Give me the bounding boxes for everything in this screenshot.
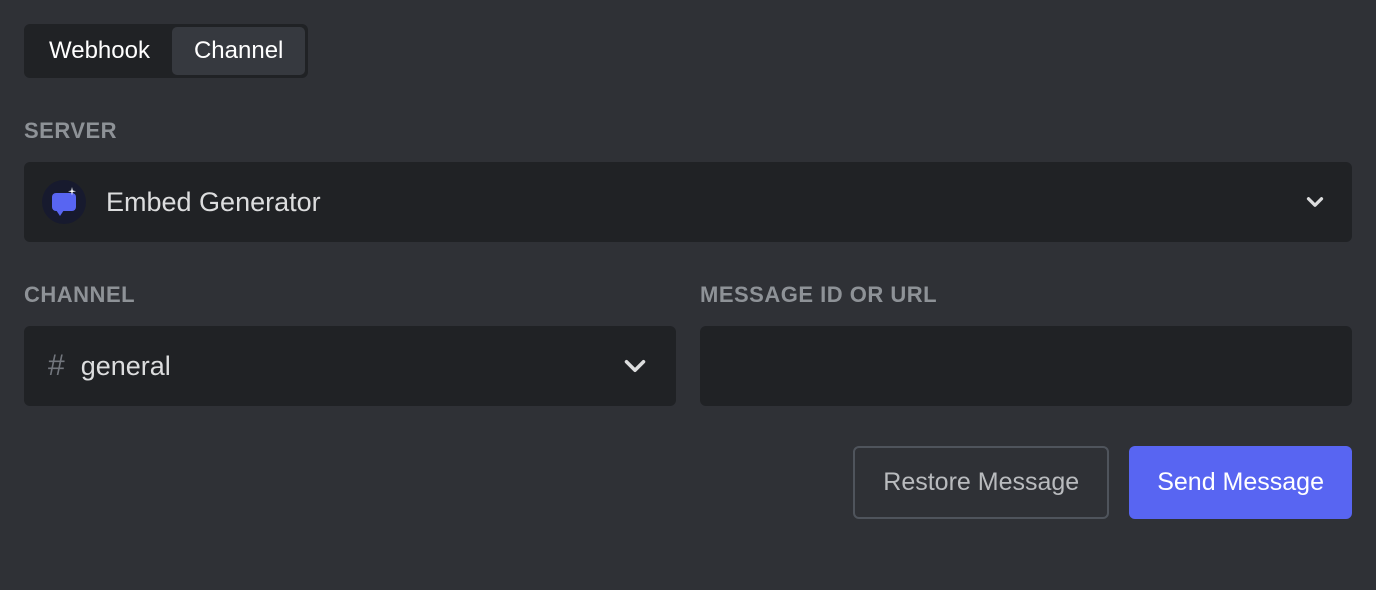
channel-label: CHANNEL — [24, 282, 676, 308]
channel-message-row: CHANNEL # general MESSAGE ID OR URL — [24, 282, 1352, 406]
action-buttons: Restore Message Send Message — [24, 446, 1352, 519]
message-id-label: MESSAGE ID OR URL — [700, 282, 1352, 308]
tab-channel[interactable]: Channel — [172, 27, 305, 75]
channel-select-content: # general — [42, 349, 171, 383]
server-selected-text: Embed Generator — [106, 187, 321, 218]
sparkle-icon — [66, 186, 78, 198]
server-select-content: Embed Generator — [42, 180, 321, 224]
server-select[interactable]: Embed Generator — [24, 162, 1352, 242]
server-section: SERVER Embed Generator — [24, 118, 1352, 242]
destination-tab-group: Webhook Channel — [24, 24, 308, 78]
message-id-input[interactable] — [700, 326, 1352, 406]
tab-webhook[interactable]: Webhook — [27, 27, 172, 75]
channel-section: CHANNEL # general — [24, 282, 676, 406]
server-icon — [42, 180, 86, 224]
chevron-down-icon — [1302, 189, 1328, 215]
channel-select[interactable]: # general — [24, 326, 676, 406]
server-label: SERVER — [24, 118, 1352, 144]
chevron-down-icon — [618, 349, 652, 383]
message-id-section: MESSAGE ID OR URL — [700, 282, 1352, 406]
restore-message-button[interactable]: Restore Message — [853, 446, 1109, 519]
hash-icon: # — [48, 349, 65, 383]
send-message-button[interactable]: Send Message — [1129, 446, 1352, 519]
channel-selected-text: general — [81, 351, 171, 382]
